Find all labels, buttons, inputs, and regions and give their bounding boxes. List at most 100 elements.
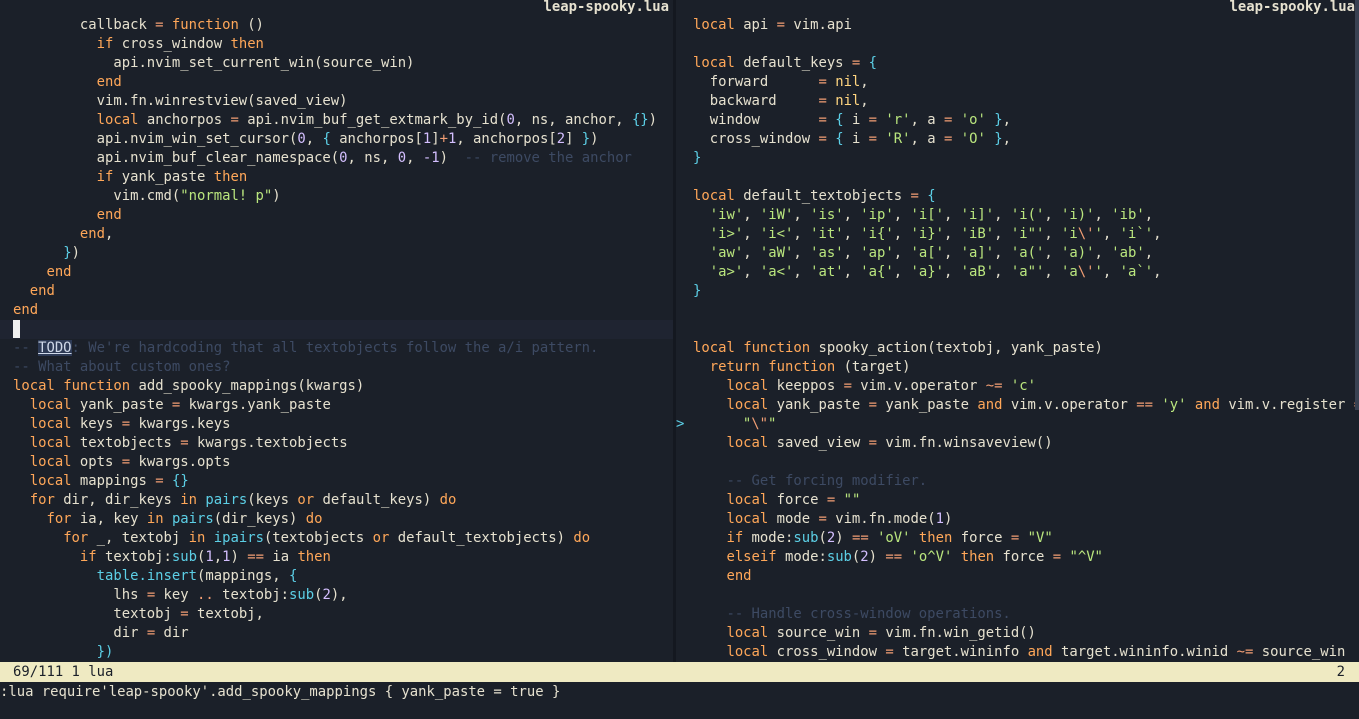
code-line[interactable]: end <box>676 567 1359 586</box>
code-line[interactable]: } <box>676 149 1359 168</box>
code-line[interactable] <box>676 586 1359 605</box>
code-line[interactable]: for _, textobj in ipairs(textobjects or … <box>0 529 673 548</box>
code-line[interactable]: vim.fn.winrestview(saved_view) <box>0 92 673 111</box>
code-line[interactable]: for ia, key in pairs(dir_keys) do <box>0 510 673 529</box>
left-editor-window[interactable]: leap-spooky.lua callback = function () i… <box>0 0 673 662</box>
code-line[interactable]: local textobjects = kwargs.textobjects <box>0 434 673 453</box>
code-line[interactable]: local cross_window = target.wininfo and … <box>676 643 1359 662</box>
code-token: "" <box>843 492 861 508</box>
code-line[interactable]: -- Handle cross-window operations. <box>676 605 1359 624</box>
code-line[interactable]: for dir, dir_keys in pairs(keys or defau… <box>0 491 673 510</box>
code-token: function <box>743 340 811 356</box>
code-line[interactable]: end <box>0 73 673 92</box>
code-line[interactable]: 'a>', 'a<', 'at', 'a{', 'a}', 'aB', 'a"'… <box>676 263 1359 282</box>
code-token: sub <box>793 530 819 546</box>
code-line[interactable]: cross_window = { i = 'R', a = 'O' }, <box>676 130 1359 149</box>
code-line[interactable]: 'iw', 'iW', 'is', 'ip', 'i[', 'i]', 'i('… <box>676 206 1359 225</box>
code-line[interactable]: return function (target) <box>676 358 1359 377</box>
code-line[interactable]: end <box>0 301 673 320</box>
code-line[interactable]: elseif mode:sub(2) == 'o^V' then force =… <box>676 548 1359 567</box>
command-line[interactable]: :lua require'leap-spooky'.add_spooky_map… <box>0 682 1359 702</box>
right-editor-window[interactable]: leap-spooky.lua local api = vim.api loca… <box>676 0 1359 662</box>
code-token: textobj <box>13 606 181 622</box>
code-token: ] <box>565 131 582 147</box>
code-token: 1 <box>935 511 944 527</box>
code-line[interactable]: end <box>0 263 673 282</box>
code-line[interactable]: if cross_window then <box>0 35 673 54</box>
code-line[interactable]: }) <box>0 244 673 263</box>
code-line[interactable]: lhs = key .. textobj:sub(2), <box>0 586 673 605</box>
right-scrollbar[interactable] <box>1355 0 1359 410</box>
code-token: 'iB' <box>960 226 995 242</box>
code-line[interactable]: -- TODO: We're hardcoding that all texto… <box>0 339 673 358</box>
code-line[interactable]: local force = "" <box>676 491 1359 510</box>
code-line[interactable]: local anchorpos = api.nvim_buf_get_extma… <box>0 111 673 130</box>
code-line[interactable]: local mode = vim.fn.mode(1) <box>676 510 1359 529</box>
code-line[interactable]: > "\"" <box>676 415 1359 434</box>
code-token: , <box>1102 226 1120 242</box>
code-line[interactable]: local saved_view = vim.fn.winsaveview() <box>676 434 1359 453</box>
code-line[interactable]: dir = dir <box>0 624 673 643</box>
code-line[interactable]: 'aw', 'aW', 'as', 'ap', 'a[', 'a]', 'a('… <box>676 244 1359 263</box>
code-line[interactable]: if yank_paste then <box>0 168 673 187</box>
code-line[interactable]: if textobj:sub(1,1) == ia then <box>0 548 673 567</box>
code-token: force <box>994 549 1053 565</box>
code-line[interactable]: textobj = textobj, <box>0 605 673 624</box>
code-line[interactable]: forward = nil, <box>676 73 1359 92</box>
code-line[interactable]: local yank_paste = yank_paste and vim.v.… <box>676 396 1359 415</box>
code-token: 'i]' <box>960 207 995 223</box>
code-line[interactable]: local function spooky_action(textobj, ya… <box>676 339 1359 358</box>
code-line[interactable]: callback = function () <box>0 16 673 35</box>
code-line[interactable]: end <box>0 282 673 301</box>
code-line[interactable] <box>676 453 1359 472</box>
code-token: elseif <box>726 549 777 565</box>
code-line[interactable]: } <box>676 282 1359 301</box>
code-line[interactable] <box>676 320 1359 339</box>
code-line[interactable]: }) <box>0 643 673 662</box>
code-token: = <box>121 416 131 432</box>
code-line[interactable]: vim.cmd("normal! p") <box>0 187 673 206</box>
code-token: 'i{' <box>860 226 894 242</box>
code-line[interactable]: 'i>', 'i<', 'it', 'i{', 'i}', 'iB', 'i"'… <box>676 225 1359 244</box>
code-token: 'a)' <box>1061 245 1095 261</box>
code-line[interactable]: local default_keys = { <box>676 54 1359 73</box>
code-line[interactable]: window = { i = 'r', a = 'o' }, <box>676 111 1359 130</box>
code-line[interactable]: local function add_spooky_mappings(kwarg… <box>0 377 673 396</box>
code-line[interactable]: backward = nil, <box>676 92 1359 111</box>
code-line[interactable]: api.nvim_win_set_cursor(0, { anchorpos[1… <box>0 130 673 149</box>
right-code-area[interactable]: local api = vim.api local default_keys =… <box>676 16 1359 662</box>
code-token: , anchorpos[ <box>456 131 557 147</box>
code-line[interactable]: local keeppos = vim.v.operator ~= 'c' <box>676 377 1359 396</box>
code-line[interactable]: local yank_paste = kwargs.yank_paste <box>0 396 673 415</box>
code-line[interactable]: api.nvim_buf_clear_namespace(0, ns, 0, -… <box>0 149 673 168</box>
code-line[interactable] <box>676 301 1359 320</box>
code-token: yank_paste <box>113 169 214 185</box>
code-line[interactable] <box>676 35 1359 54</box>
code-line[interactable]: local api = vim.api <box>676 16 1359 35</box>
code-line[interactable]: local mappings = {} <box>0 472 673 491</box>
code-line[interactable]: -- Get forcing modifier. <box>676 472 1359 491</box>
code-token: vim.fn.win_getid() <box>877 625 1036 641</box>
left-code-area[interactable]: callback = function () if cross_window t… <box>0 16 673 662</box>
code-line[interactable]: local keys = kwargs.keys <box>0 415 673 434</box>
code-token: vim.v.operator <box>851 378 986 394</box>
code-line[interactable]: end <box>0 206 673 225</box>
code-line[interactable] <box>676 168 1359 187</box>
code-token: 'aW' <box>759 245 794 261</box>
code-line[interactable]: api.nvim_set_current_win(source_win) <box>0 54 673 73</box>
code-token: , <box>1144 245 1154 261</box>
code-token: then <box>297 549 331 565</box>
code-line[interactable]: end, <box>0 225 673 244</box>
code-token: 'i <box>1061 226 1078 242</box>
code-line[interactable]: table.insert(mappings, { <box>0 567 673 586</box>
code-line[interactable]: -- What about custom ones? <box>0 358 673 377</box>
code-line[interactable] <box>0 320 673 339</box>
code-line[interactable]: if mode:sub(2) == 'oV' then force = "V" <box>676 529 1359 548</box>
code-line[interactable]: local source_win = vim.fn.win_getid() <box>676 624 1359 643</box>
code-line[interactable]: local opts = kwargs.opts <box>0 453 673 472</box>
code-line[interactable]: local default_textobjects = { <box>676 187 1359 206</box>
